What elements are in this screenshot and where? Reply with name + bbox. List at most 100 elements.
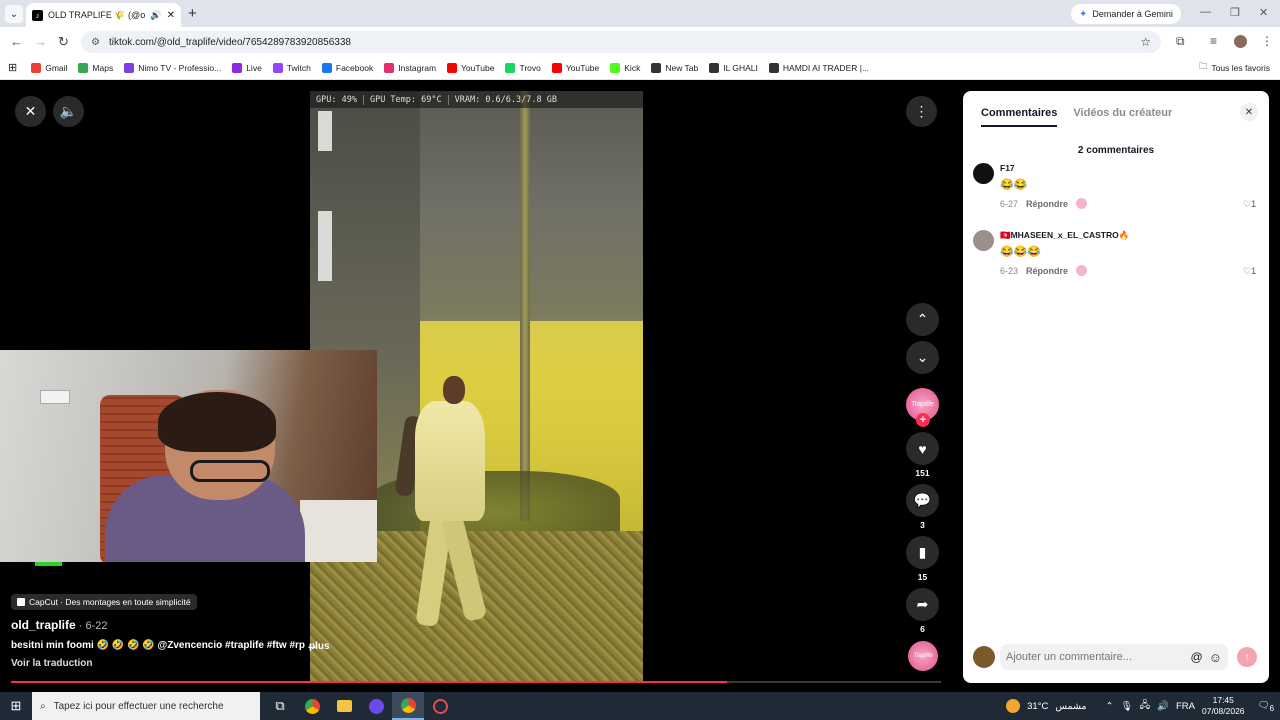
comment-button[interactable]: 💬 [906, 484, 939, 517]
bookmark-label: Kick [624, 62, 641, 73]
bookmark-item[interactable]: Twitch [272, 62, 311, 73]
more-options-button[interactable]: ⋮ [906, 96, 937, 127]
volume-icon[interactable]: 🔈 [53, 96, 84, 127]
bookmark-item[interactable]: YouTube [447, 62, 495, 73]
video-author[interactable]: old_traplife · 6-22 [11, 618, 107, 632]
comment-user[interactable]: F17 [1000, 163, 1015, 173]
back-button[interactable]: ← [10, 34, 23, 49]
next-video-button[interactable]: ⌄ [906, 341, 939, 374]
network-icon[interactable]: 🖧 [1140, 698, 1151, 714]
like-button[interactable]: ♥ [906, 432, 939, 465]
sound-icon[interactable]: 🔊 [1157, 701, 1169, 712]
site-info-icon[interactable]: ⚙ [91, 37, 100, 48]
capcut-badge[interactable]: CapCut · Des montages en toute simplicit… [11, 594, 197, 610]
taskbar-search[interactable]: ⌕ Tapez ici pour effectuer une recherche [32, 692, 260, 720]
restore-button[interactable]: ❐ [1230, 6, 1240, 19]
reload-button[interactable]: ↻ [58, 34, 69, 50]
post-date: · 6-22 [75, 620, 108, 632]
chrome-menu-icon[interactable]: ⋮ [1261, 34, 1273, 48]
media-controls-icon[interactable]: ≡ [1210, 34, 1217, 48]
bookmark-favicon-icon [272, 62, 283, 73]
reply-button[interactable]: Répondre [1026, 266, 1068, 276]
translate-link[interactable]: Voir la traduction [11, 658, 93, 669]
app-taskbar-icon[interactable] [360, 692, 392, 720]
bookmark-favicon-icon [232, 62, 243, 73]
windows-start-icon[interactable]: ⊞ [0, 692, 32, 720]
tray-chevron-icon[interactable]: ⌃ [1106, 701, 1114, 712]
temperature[interactable]: 31°C [1027, 701, 1048, 712]
language-indicator[interactable]: FRA [1176, 701, 1195, 712]
gpu-usage: GPU: 49% [310, 94, 364, 105]
music-disc[interactable]: Traplife [908, 641, 938, 671]
window-close-button[interactable]: ✕ [1259, 6, 1268, 19]
capcut-icon [17, 598, 25, 606]
gauge-app-icon[interactable] [424, 692, 456, 720]
bookmark-star-icon[interactable]: ☆ [1140, 35, 1151, 49]
bookmark-item[interactable]: New Tab [651, 62, 698, 73]
sun-icon[interactable] [1006, 699, 1021, 713]
address-bar[interactable]: ⚙ tiktok.com/@old_traplife/video/7654289… [81, 31, 1161, 53]
send-button[interactable]: ↑ [1237, 647, 1257, 667]
new-tab-button[interactable]: + [188, 5, 197, 22]
sticker-icon[interactable] [1076, 198, 1088, 209]
close-tab-icon[interactable]: ✕ [167, 10, 175, 21]
tab-search-button[interactable]: ⌄ [5, 5, 23, 23]
speaker-icon[interactable]: 🔊 [150, 10, 161, 21]
commenter-avatar[interactable] [973, 163, 994, 184]
comment-count: 3 [920, 520, 925, 530]
comment-like-button[interactable]: ♡1 [1243, 199, 1256, 210]
file-explorer-icon[interactable] [328, 692, 360, 720]
tab-strip: ⌄ ♪ OLD TRAPLIFE 🌾 (@old_tr 🔊 ✕ + ✦ Dema… [0, 0, 1280, 27]
tab-comments[interactable]: Commentaires [981, 107, 1058, 127]
bookmark-item[interactable]: Facebook [321, 62, 373, 73]
bookmark-item[interactable]: Nimo TV - Professio... [124, 62, 221, 73]
tab-creator-videos[interactable]: Vidéos du créateur [1073, 107, 1172, 127]
bookmark-item[interactable]: YouTube [551, 62, 599, 73]
previous-video-button[interactable]: ⌃ [906, 303, 939, 336]
notifications-icon[interactable]: 🗨6 [1258, 700, 1274, 713]
task-view-icon[interactable]: ⧉ [264, 692, 296, 720]
reply-button[interactable]: Répondre [1026, 199, 1068, 209]
minimize-button[interactable]: — [1200, 6, 1211, 18]
close-video-button[interactable]: ✕ [15, 96, 46, 127]
commenter-avatar[interactable] [973, 230, 994, 251]
emoji-icon[interactable]: ☺ [1209, 650, 1222, 665]
author-name: old_traplife [11, 618, 76, 632]
gemini-button[interactable]: ✦ Demander à Gemini [1071, 4, 1181, 24]
like-count: 151 [915, 468, 930, 478]
comment-meta: 6-27 Répondre [1000, 198, 1088, 209]
active-tab[interactable]: ♪ OLD TRAPLIFE 🌾 (@old_tr 🔊 ✕ [26, 3, 181, 27]
clock[interactable]: 17:45 07/08/2026 [1202, 695, 1245, 717]
save-button[interactable]: ▮ [906, 536, 939, 569]
bookmark-item[interactable]: Live [232, 62, 262, 73]
comment-input-wrap[interactable]: @ ☺ [1000, 644, 1228, 670]
chrome-active-taskbar-icon[interactable] [392, 692, 424, 720]
caption-more-link[interactable]: plus [309, 641, 330, 652]
profile-avatar[interactable] [1234, 35, 1247, 48]
bookmark-item[interactable]: Trovo [505, 62, 541, 73]
sticker-icon[interactable] [1076, 265, 1088, 276]
share-button[interactable]: ➦ [906, 588, 939, 621]
bookmark-label: YouTube [461, 62, 495, 73]
weather-text[interactable]: مشمس [1055, 701, 1086, 712]
all-bookmarks[interactable]: 🗀 Tous les favoris [1199, 61, 1270, 75]
apps-grid-icon[interactable]: ⊞ [8, 61, 17, 74]
follow-button[interactable]: + [916, 413, 930, 427]
bookmark-item[interactable]: HAMDI AI TRADER |... [768, 62, 869, 73]
comment-input[interactable] [1006, 651, 1176, 663]
bookmark-item[interactable]: Gmail [31, 62, 67, 73]
bookmark-item[interactable]: Maps [78, 62, 113, 73]
video-progress-bar[interactable] [11, 681, 941, 683]
mention-icon[interactable]: @ [1191, 650, 1203, 664]
chrome-taskbar-icon[interactable] [296, 692, 328, 720]
extensions-icon[interactable]: ⧉ [1176, 34, 1185, 49]
close-panel-button[interactable]: ✕ [1240, 103, 1258, 121]
mic-icon[interactable]: 🎙 [1120, 701, 1132, 712]
bookmark-item[interactable]: Instagram [384, 62, 436, 73]
forward-button[interactable]: → [34, 34, 47, 49]
comment-like-button[interactable]: ♡1 [1243, 266, 1256, 277]
creator-avatar-text: Traplife [911, 401, 934, 408]
bookmark-item[interactable]: IL GHALI [709, 62, 758, 73]
bookmark-item[interactable]: Kick [610, 62, 641, 73]
comment-user[interactable]: 🇹🇳MHASEEN_x_EL_CASTRO🔥 [1000, 230, 1129, 241]
